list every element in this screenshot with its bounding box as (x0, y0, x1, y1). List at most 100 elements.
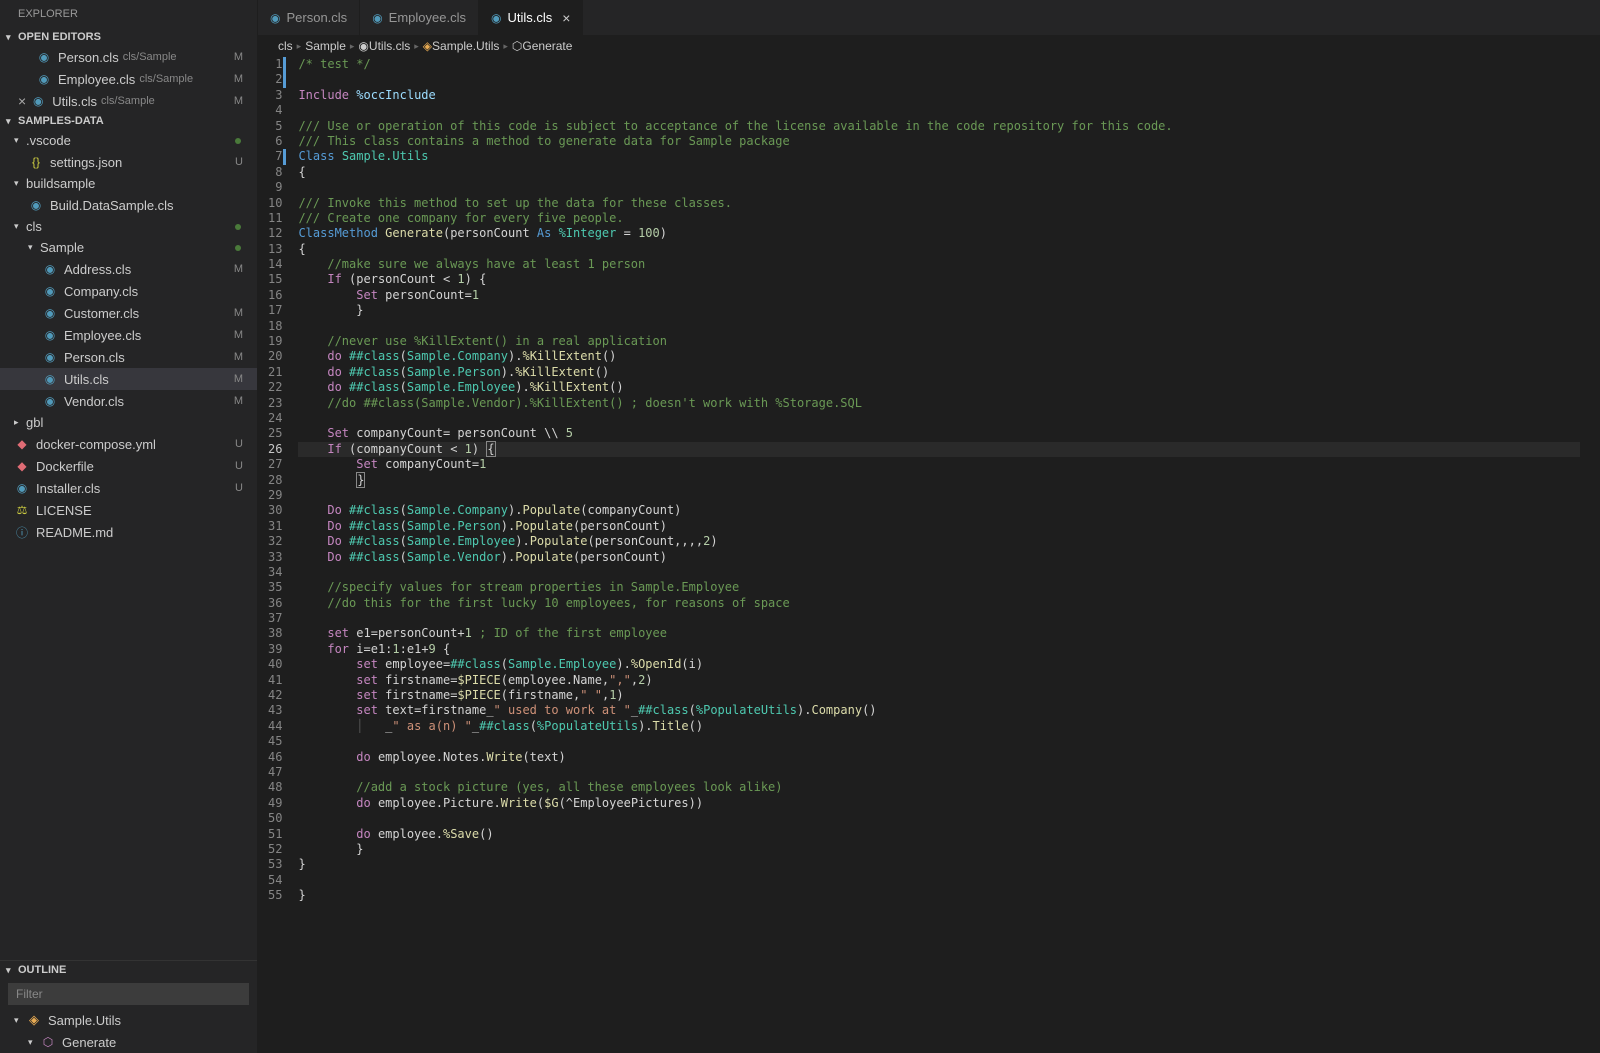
code-line[interactable]: set text=firstname_" used to work at "_#… (298, 703, 1580, 718)
close-icon[interactable]: × (18, 93, 26, 109)
folder-item[interactable]: ▸gbl (0, 412, 257, 433)
vcs-badge: U (235, 156, 249, 168)
file-item[interactable]: {}settings.jsonU (0, 151, 257, 173)
code-line[interactable]: set e1=personCount+1 ; ID of the first e… (298, 626, 1580, 641)
breadcrumb-segment[interactable]: Sample.Utils (432, 39, 499, 53)
code-line[interactable]: If (personCount < 1) { (298, 272, 1580, 287)
file-item[interactable]: ◉Vendor.clsM (0, 390, 257, 412)
code-line[interactable]: for i=e1:1:e1+9 { (298, 642, 1580, 657)
code-line[interactable]: //add a stock picture (yes, all these em… (298, 780, 1580, 795)
folder-item[interactable]: ▾cls (0, 216, 257, 237)
folder-item[interactable]: ▾buildsample (0, 173, 257, 194)
breadcrumb-segment[interactable]: cls (278, 39, 293, 53)
code-line[interactable] (298, 103, 1580, 118)
code-line[interactable] (298, 734, 1580, 749)
line-number: 12 (268, 226, 282, 241)
code-line[interactable] (298, 180, 1580, 195)
code-line[interactable]: │ _" as a(n) "_##class(%PopulateUtils).T… (298, 719, 1580, 734)
code-line[interactable]: Set companyCount=1 (298, 457, 1580, 472)
code-line[interactable]: } (298, 303, 1580, 318)
code-line[interactable]: //make sure we always have at least 1 pe… (298, 257, 1580, 272)
code-line[interactable]: Set companyCount= personCount \\ 5 (298, 426, 1580, 441)
code-line[interactable]: //never use %KillExtent() in a real appl… (298, 334, 1580, 349)
code-line[interactable]: Do ##class(Sample.Employee).Populate(per… (298, 534, 1580, 549)
code-line[interactable]: If (companyCount < 1) { (298, 442, 1580, 457)
open-editors-header[interactable]: ▾ OPEN EDITORS (0, 28, 257, 46)
code-line[interactable]: set firstname=$PIECE(employee.Name,",",2… (298, 673, 1580, 688)
file-item[interactable]: ◉Utils.clsM (0, 368, 257, 390)
code-line[interactable]: } (298, 888, 1580, 903)
code-line[interactable]: Do ##class(Sample.Person).Populate(perso… (298, 519, 1580, 534)
code-line[interactable]: do ##class(Sample.Company).%KillExtent() (298, 349, 1580, 364)
code-line[interactable]: /// Create one company for every five pe… (298, 211, 1580, 226)
code-line[interactable]: /// Invoke this method to set up the dat… (298, 196, 1580, 211)
file-item[interactable]: ◆docker-compose.ymlU (0, 433, 257, 455)
item-label: gbl (26, 415, 43, 430)
code-line[interactable]: do ##class(Sample.Employee).%KillExtent(… (298, 380, 1580, 395)
breadcrumb-segment[interactable]: Sample (305, 39, 346, 53)
folder-item[interactable]: ▾.vscode (0, 130, 257, 151)
code-line[interactable]: /// Use or operation of this code is sub… (298, 119, 1580, 134)
code-line[interactable]: Do ##class(Sample.Company).Populate(comp… (298, 503, 1580, 518)
code-line[interactable]: Class Sample.Utils (298, 149, 1580, 164)
code-line[interactable]: do ##class(Sample.Person).%KillExtent() (298, 365, 1580, 380)
file-item[interactable]: ⚖LICENSE (0, 499, 257, 521)
code-line[interactable]: set firstname=$PIECE(firstname," ",1) (298, 688, 1580, 703)
close-icon[interactable]: × (562, 10, 570, 26)
code-line[interactable]: Set personCount=1 (298, 288, 1580, 303)
code-line[interactable] (298, 488, 1580, 503)
outline-header[interactable]: ▾ OUTLINE (0, 961, 257, 979)
open-editor-item[interactable]: ◉Person.clscls/SampleM (0, 46, 257, 68)
item-label: Address.cls (64, 262, 131, 277)
file-item[interactable]: ◆DockerfileU (0, 455, 257, 477)
file-item[interactable]: ⓘREADME.md (0, 521, 257, 543)
code-line[interactable]: /// This class contains a method to gene… (298, 134, 1580, 149)
code-line[interactable] (298, 611, 1580, 626)
code-line[interactable]: //do ##class(Sample.Vendor).%KillExtent(… (298, 396, 1580, 411)
outline-item[interactable]: ▾◈Sample.Utils (0, 1009, 257, 1031)
file-item[interactable]: ◉Build.DataSample.cls (0, 194, 257, 216)
breadcrumb-segment[interactable]: Generate (522, 39, 572, 53)
workspace-header[interactable]: ▾ SAMPLES-DATA (0, 112, 257, 130)
outline-filter-input[interactable] (8, 983, 249, 1005)
file-item[interactable]: ◉Address.clsM (0, 258, 257, 280)
editor-tab[interactable]: ◉Employee.cls (360, 0, 479, 35)
code-line[interactable] (298, 873, 1580, 888)
code-line[interactable]: set employee=##class(Sample.Employee).%O… (298, 657, 1580, 672)
code-line[interactable] (298, 411, 1580, 426)
code-line[interactable]: { (298, 165, 1580, 180)
breadcrumb[interactable]: cls▸Sample▸◉Utils.cls▸◈Sample.Utils▸⬡Gen… (258, 35, 1600, 57)
code-line[interactable]: ClassMethod Generate(personCount As %Int… (298, 226, 1580, 241)
code-editor[interactable]: 1234567891011121314151617181920212223242… (258, 57, 1600, 1053)
code-line[interactable]: Do ##class(Sample.Vendor).Populate(perso… (298, 550, 1580, 565)
outline-item[interactable]: ▾⬡Generate (0, 1031, 257, 1053)
file-item[interactable]: ◉Employee.clsM (0, 324, 257, 346)
code-line[interactable] (298, 811, 1580, 826)
editor-tab[interactable]: ◉Utils.cls× (479, 0, 583, 35)
open-editor-item[interactable]: ◉Employee.clscls/SampleM (0, 68, 257, 90)
code-line[interactable]: //do this for the first lucky 10 employe… (298, 596, 1580, 611)
file-item[interactable]: ◉Customer.clsM (0, 302, 257, 324)
code-line[interactable]: //specify values for stream properties i… (298, 580, 1580, 595)
file-item[interactable]: ◉Person.clsM (0, 346, 257, 368)
editor-tab[interactable]: ◉Person.cls (258, 0, 360, 35)
code-line[interactable]: do employee.Picture.Write($G(^EmployeePi… (298, 796, 1580, 811)
code-line[interactable]: { (298, 242, 1580, 257)
code-line[interactable]: Include %occInclude (298, 88, 1580, 103)
file-item[interactable]: ◉Company.cls (0, 280, 257, 302)
code-line[interactable]: do employee.%Save() (298, 827, 1580, 842)
code-line[interactable] (298, 565, 1580, 580)
code-content[interactable]: /* test */ Include %occInclude /// Use or … (298, 57, 1600, 1053)
code-line[interactable]: } (298, 857, 1580, 872)
open-editor-item[interactable]: ×◉Utils.clscls/SampleM (0, 90, 257, 112)
code-line[interactable] (298, 72, 1580, 87)
code-line[interactable]: /* test */ (298, 57, 1580, 72)
code-line[interactable] (298, 319, 1580, 334)
breadcrumb-segment[interactable]: Utils.cls (369, 39, 410, 53)
code-line[interactable] (298, 765, 1580, 780)
folder-item[interactable]: ▾Sample (0, 237, 257, 258)
code-line[interactable]: } (298, 473, 1580, 488)
file-item[interactable]: ◉Installer.clsU (0, 477, 257, 499)
code-line[interactable]: do employee.Notes.Write(text) (298, 750, 1580, 765)
code-line[interactable]: } (298, 842, 1580, 857)
